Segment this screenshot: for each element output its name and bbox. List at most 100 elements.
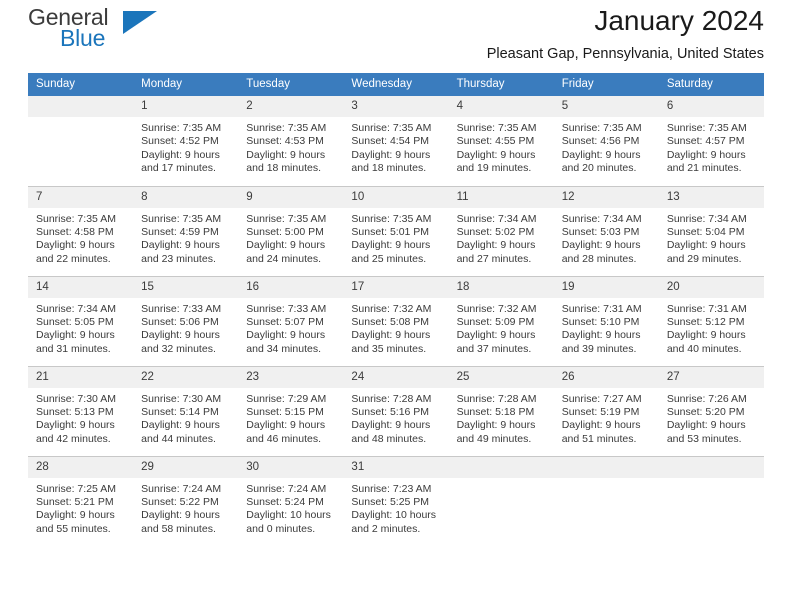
daylight-text: Daylight: 9 hours and 39 minutes.	[561, 329, 641, 355]
sunset-text: Sunset: 5:06 PM	[141, 315, 219, 328]
calendar-day-cell[interactable]: 1 Sunrise: 7:35 AM Sunset: 4:52 PM Daylight…	[133, 96, 239, 186]
calendar-day-cell[interactable]	[448, 455, 554, 546]
calendar-week-row: 1 Sunrise: 7:35 AM Sunset: 4:52 PM Daylight…	[28, 96, 764, 186]
sunrise-text: Sunrise: 7:30 AM	[141, 392, 222, 405]
calendar-day-cell[interactable]: 30 Sunrise: 7:24 AM Sunset: 5:24 PM Dayligh…	[238, 455, 344, 546]
daylight-text: Daylight: 9 hours and 58 minutes.	[141, 509, 220, 535]
calendar-day-cell[interactable]: 26 Sunrise: 7:27 AM Sunset: 5:19 PM Dayligh…	[553, 365, 659, 456]
sunrise-text: Sunrise: 7:28 AM	[351, 392, 432, 405]
calendar-day-cell[interactable]: 23 Sunrise: 7:29 AM Sunset: 5:15 PM Dayligh…	[238, 365, 344, 456]
calendar-day-cell[interactable]: 13 Sunrise: 7:34 AM Sunset: 5:04 PM Dayligh…	[658, 185, 764, 276]
sunset-text: Sunset: 5:22 PM	[141, 495, 219, 508]
calendar-day-cell[interactable]: 20 Sunrise: 7:31 AM Sunset: 5:12 PM Dayligh…	[658, 275, 764, 366]
sunrise-text: Sunrise: 7:33 AM	[246, 302, 327, 315]
daylight-text: Daylight: 9 hours and 37 minutes.	[456, 329, 536, 355]
calendar-day-cell[interactable]: 18 Sunrise: 7:32 AM Sunset: 5:09 PM Dayligh…	[448, 275, 554, 366]
calendar-day-cell[interactable]: 24 Sunrise: 7:28 AM Sunset: 5:16 PM Dayligh…	[343, 365, 449, 456]
general-blue-logo[interactable]: General Blue	[28, 0, 238, 60]
calendar-day-cell[interactable]: 17 Sunrise: 7:32 AM Sunset: 5:08 PM Dayligh…	[343, 275, 449, 366]
calendar-day-cell[interactable]: 31 Sunrise: 7:23 AM Sunset: 5:25 PM Dayligh…	[343, 455, 449, 546]
day-details: Sunrise: 7:35 AM Sunset: 5:00 PM Daylight:…	[238, 208, 343, 267]
sunset-text: Sunset: 4:53 PM	[246, 135, 324, 148]
sunrise-text: Sunrise: 7:35 AM	[456, 122, 537, 134]
sunrise-text: Sunrise: 7:35 AM	[141, 212, 222, 225]
daylight-text: Daylight: 9 hours and 53 minutes.	[666, 419, 746, 445]
calendar-day-cell[interactable]: 19 Sunrise: 7:31 AM Sunset: 5:10 PM Dayligh…	[553, 275, 659, 366]
sunrise-text: Sunrise: 7:35 AM	[351, 212, 432, 225]
day-number: 18	[448, 276, 554, 298]
calendar-day-cell[interactable]: 9 Sunrise: 7:35 AM Sunset: 5:00 PM Daylight…	[238, 185, 344, 276]
calendar-day-cell[interactable]: 10 Sunrise: 7:35 AM Sunset: 5:01 PM Dayligh…	[343, 185, 449, 276]
calendar-day-cell[interactable]: 27 Sunrise: 7:26 AM Sunset: 5:20 PM Dayligh…	[658, 365, 764, 456]
sunset-text: Sunset: 4:54 PM	[351, 135, 430, 148]
day-number: 1	[133, 96, 239, 117]
daylight-text: Daylight: 9 hours and 28 minutes.	[561, 239, 641, 265]
title-block: January 2024 Pleasant Gap, Pennsylvania,…	[487, 0, 764, 65]
day-number: 19	[553, 276, 659, 298]
day-details: Sunrise: 7:33 AM Sunset: 5:07 PM Daylight:…	[238, 298, 343, 357]
calendar-table: Sunday Monday Tuesday Wednesday Thursday…	[28, 73, 764, 546]
daylight-text: Daylight: 9 hours and 18 minutes.	[246, 148, 326, 175]
weekday-header-tuesday: Tuesday	[238, 73, 344, 96]
calendar-day-cell[interactable]: 28 Sunrise: 7:25 AM Sunset: 5:21 PM Dayligh…	[28, 455, 134, 546]
calendar-day-cell[interactable]: 15 Sunrise: 7:33 AM Sunset: 5:06 PM Dayligh…	[133, 275, 239, 366]
calendar-day-cell[interactable]	[28, 96, 134, 186]
day-number: 11	[448, 186, 554, 208]
day-details: Sunrise: 7:35 AM Sunset: 4:59 PM Daylight:…	[133, 208, 238, 267]
daylight-text: Daylight: 9 hours and 21 minutes.	[666, 148, 746, 175]
sunset-text: Sunset: 5:20 PM	[666, 405, 745, 418]
sunrise-text: Sunrise: 7:35 AM	[666, 122, 747, 134]
day-number: 7	[28, 186, 134, 208]
weekday-header-saturday: Saturday	[658, 73, 764, 96]
sunset-text: Sunset: 4:59 PM	[141, 225, 219, 238]
daylight-text: Daylight: 9 hours and 29 minutes.	[666, 239, 746, 265]
day-details: Sunrise: 7:34 AM Sunset: 5:02 PM Daylight:…	[449, 208, 554, 267]
calendar-day-cell[interactable]: 2 Sunrise: 7:35 AM Sunset: 4:53 PM Daylight…	[238, 96, 344, 186]
calendar-day-cell[interactable]: 22 Sunrise: 7:30 AM Sunset: 5:14 PM Dayligh…	[133, 365, 239, 456]
calendar-day-cell[interactable]: 11 Sunrise: 7:34 AM Sunset: 5:02 PM Dayligh…	[448, 185, 554, 276]
calendar-day-cell[interactable]	[553, 455, 659, 546]
sunset-text: Sunset: 5:16 PM	[351, 405, 430, 418]
day-details: Sunrise: 7:34 AM Sunset: 5:05 PM Daylight:…	[28, 298, 133, 357]
day-number: 3	[343, 96, 449, 117]
day-details: Sunrise: 7:28 AM Sunset: 5:16 PM Daylight:…	[343, 388, 448, 447]
day-details: Sunrise: 7:32 AM Sunset: 5:08 PM Daylight:…	[343, 298, 448, 357]
day-details: Sunrise: 7:30 AM Sunset: 5:13 PM Daylight:…	[28, 388, 133, 447]
day-number: 30	[238, 456, 344, 478]
day-number: 15	[133, 276, 239, 298]
calendar-day-cell[interactable]: 7 Sunrise: 7:35 AM Sunset: 4:58 PM Daylight…	[28, 185, 134, 276]
day-number: 12	[553, 186, 659, 208]
sunrise-text: Sunrise: 7:29 AM	[246, 392, 327, 405]
sunrise-text: Sunrise: 7:24 AM	[246, 482, 327, 495]
calendar-day-cell[interactable]: 25 Sunrise: 7:28 AM Sunset: 5:18 PM Dayligh…	[448, 365, 554, 456]
sunset-text: Sunset: 4:55 PM	[456, 135, 535, 148]
calendar-day-cell[interactable]: 3 Sunrise: 7:35 AM Sunset: 4:54 PM Daylight…	[343, 96, 449, 186]
sunset-text: Sunset: 5:19 PM	[561, 405, 640, 418]
sunrise-text: Sunrise: 7:23 AM	[351, 482, 432, 495]
calendar-day-cell[interactable]: 5 Sunrise: 7:35 AM Sunset: 4:56 PM Daylight…	[553, 96, 659, 186]
calendar-day-cell[interactable]: 16 Sunrise: 7:33 AM Sunset: 5:07 PM Dayligh…	[238, 275, 344, 366]
daylight-text: Daylight: 9 hours and 40 minutes.	[666, 329, 746, 355]
day-details: Sunrise: 7:35 AM Sunset: 4:55 PM Daylight:…	[449, 117, 554, 176]
sunset-text: Sunset: 4:58 PM	[36, 225, 114, 238]
day-number: 6	[658, 96, 764, 117]
calendar-day-cell[interactable]: 8 Sunrise: 7:35 AM Sunset: 4:59 PM Daylight…	[133, 185, 239, 276]
sunrise-text: Sunrise: 7:31 AM	[561, 302, 642, 315]
calendar-day-cell[interactable]: 6 Sunrise: 7:35 AM Sunset: 4:57 PM Daylight…	[658, 96, 764, 186]
calendar-day-cell[interactable]: 14 Sunrise: 7:34 AM Sunset: 5:05 PM Dayligh…	[28, 275, 134, 366]
day-details: Sunrise: 7:32 AM Sunset: 5:09 PM Daylight:…	[449, 298, 554, 357]
day-details: Sunrise: 7:23 AM Sunset: 5:25 PM Daylight:…	[343, 478, 448, 537]
sunrise-text: Sunrise: 7:32 AM	[456, 302, 537, 315]
calendar-day-cell[interactable]: 29 Sunrise: 7:24 AM Sunset: 5:22 PM Dayligh…	[133, 455, 239, 546]
daylight-text: Daylight: 9 hours and 20 minutes.	[561, 148, 641, 175]
calendar-day-cell[interactable]: 12 Sunrise: 7:34 AM Sunset: 5:03 PM Dayligh…	[553, 185, 659, 276]
sunrise-text: Sunrise: 7:25 AM	[36, 482, 116, 495]
day-number: 26	[553, 366, 659, 388]
sunset-text: Sunset: 5:13 PM	[36, 405, 114, 418]
calendar-day-cell[interactable]: 21 Sunrise: 7:30 AM Sunset: 5:13 PM Dayligh…	[28, 365, 134, 456]
sunset-text: Sunset: 5:04 PM	[666, 225, 745, 238]
calendar-day-cell[interactable]: 4 Sunrise: 7:35 AM Sunset: 4:55 PM Daylight…	[448, 96, 554, 186]
weekday-header-sunday: Sunday	[28, 73, 134, 96]
calendar-day-cell[interactable]	[658, 455, 764, 546]
day-number: 24	[343, 366, 449, 388]
